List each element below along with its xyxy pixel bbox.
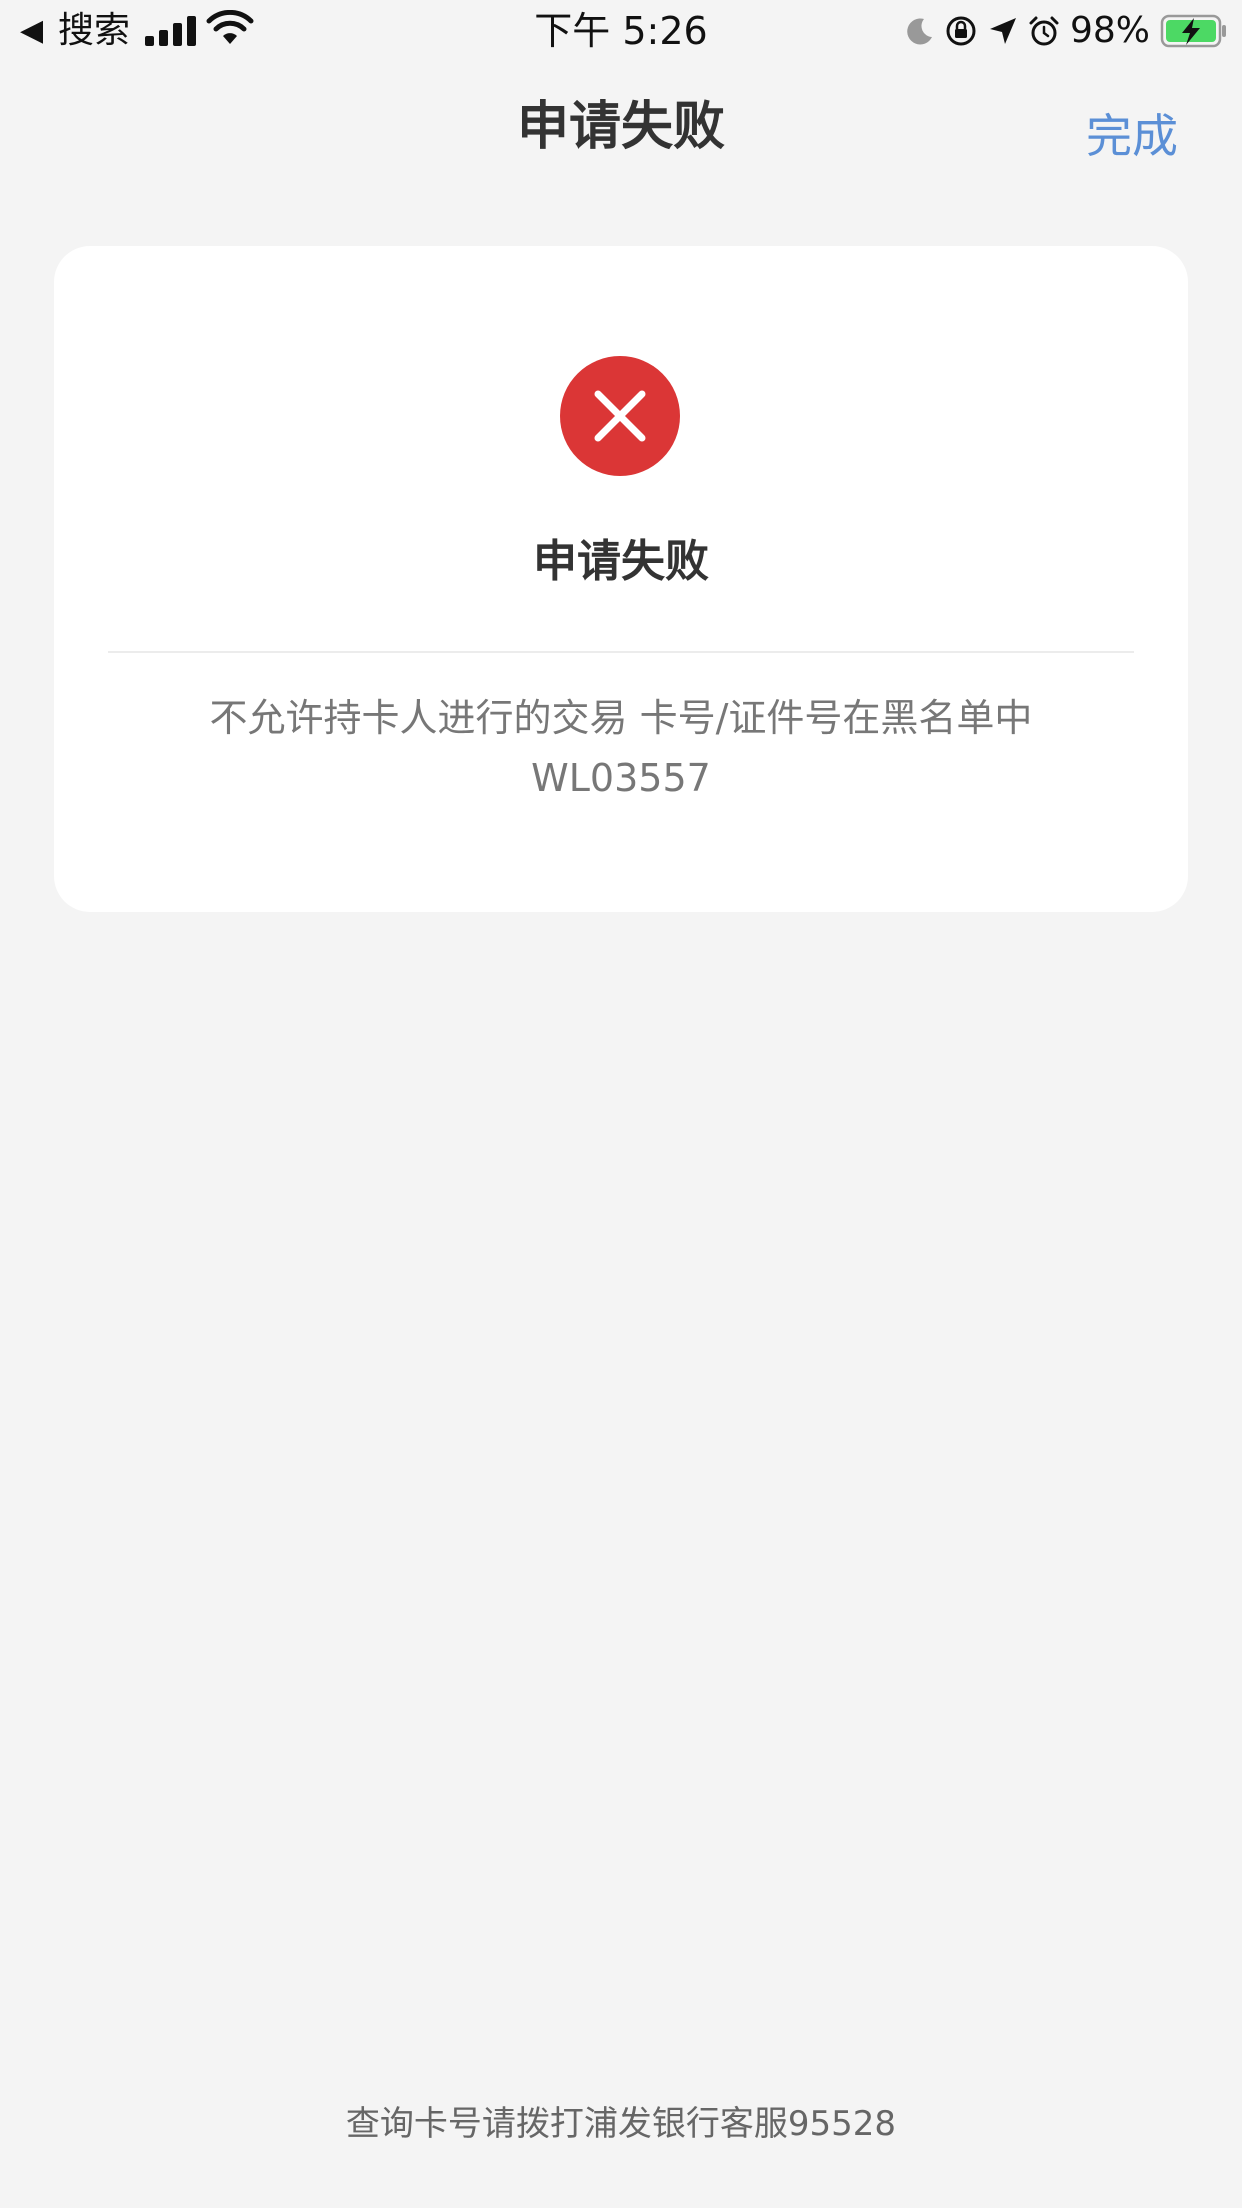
back-to-app-label[interactable]: 搜索 [58, 8, 130, 54]
status-time: 下午 5:26 [534, 9, 708, 53]
close-icon [594, 390, 646, 442]
wifi-icon [206, 10, 254, 44]
moon-icon [907, 18, 932, 45]
error-status-icon [560, 356, 680, 476]
error-message-line-1: 不允许持卡人进行的交易 卡号/证件号在黑名单中 [209, 696, 1033, 740]
card-divider [108, 651, 1134, 653]
result-card: 申请失败 不允许持卡人进行的交易 卡号/证件号在黑名单中 WL03557 [54, 246, 1188, 912]
result-title: 申请失败 [533, 536, 709, 587]
location-icon [989, 18, 1016, 44]
page-title: 申请失败 [516, 97, 725, 157]
status-right-group: 98% [904, 10, 1228, 52]
done-button[interactable]: 完成 [1086, 104, 1178, 168]
signal-icon [145, 16, 196, 46]
status-bar: ◀ 搜索 下午 5:26 98% [0, 0, 1242, 62]
error-message: 不允许持卡人进行的交易 卡号/证件号在黑名单中 WL03557 [134, 688, 1108, 808]
error-code: WL03557 [531, 756, 711, 800]
battery-percent: 98% [1069, 10, 1150, 51]
battery-charging-icon [1160, 14, 1226, 48]
alarm-icon [1029, 16, 1059, 46]
back-arrow-icon[interactable]: ◀ [20, 12, 43, 50]
customer-service-note: 查询卡号请拨打浦发银行客服95528 [345, 2104, 897, 2144]
rotation-lock-icon [946, 16, 976, 46]
